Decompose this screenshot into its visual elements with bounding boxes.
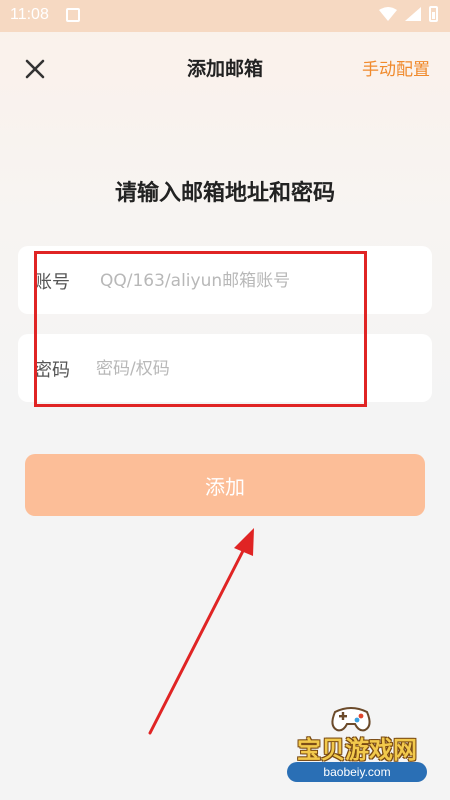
close-icon[interactable] <box>20 54 50 84</box>
status-time: 11:08 <box>10 6 49 23</box>
top-bar: 添加邮箱 手动配置 <box>0 40 450 96</box>
account-input[interactable] <box>98 260 422 302</box>
form-heading: 请输入邮箱地址和密码 <box>114 181 335 206</box>
signal-icon <box>405 7 421 21</box>
notification-icon <box>66 8 80 22</box>
status-bar: 11:08 <box>0 0 450 32</box>
password-field-card: 密码 <box>18 334 432 402</box>
watermark-url: baobeiy.com <box>287 762 427 782</box>
account-label: 账号 <box>34 272 70 293</box>
manual-config-link[interactable]: 手动配置 <box>362 55 430 80</box>
battery-icon <box>429 6 438 22</box>
watermark-logo: 宝贝游戏网 baobeiy.com <box>272 702 442 792</box>
status-icons <box>379 6 438 22</box>
password-label: 密码 <box>34 360 70 381</box>
watermark-title: 宝贝游戏网 <box>297 736 417 764</box>
wifi-icon <box>379 7 397 21</box>
add-button[interactable]: 添加 <box>25 454 425 516</box>
account-field-card: 账号 <box>18 246 432 314</box>
password-input[interactable] <box>94 348 418 390</box>
